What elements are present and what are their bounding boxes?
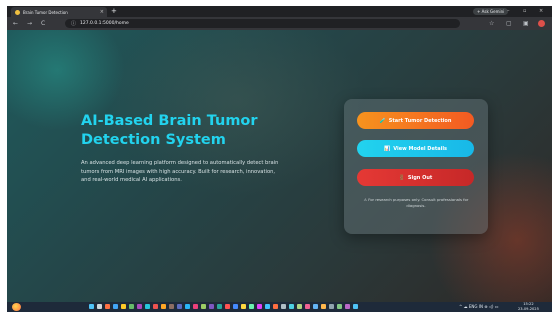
sign-out-label: Sign Out [407, 174, 433, 181]
taskbar-app-icon[interactable] [169, 304, 174, 309]
browser-toolbar: ← → C ⓘ 127.0.0.1:5000/home ☆ ▢ ▣ [7, 17, 552, 30]
taskbar-app-icon[interactable] [289, 304, 294, 309]
taskbar-app-icon[interactable] [209, 304, 214, 309]
taskbar-app-icon[interactable] [273, 304, 278, 309]
taskbar-app-icon[interactable] [193, 304, 198, 309]
file-explorer-icon[interactable] [121, 304, 126, 309]
view-model-details-button[interactable]: 📊 View Model Details [357, 140, 474, 157]
url-text: 127.0.0.1:5000/home [80, 21, 129, 26]
window-close-icon[interactable]: × [539, 7, 543, 16]
test-tube-icon: 🧪 [379, 117, 386, 124]
page-title: AI-Based Brain Tumor Detection System [81, 113, 258, 148]
start-menu-icon[interactable] [89, 304, 94, 309]
side-panel-icon[interactable]: ▣ [523, 19, 529, 28]
taskbar-app-icon[interactable] [225, 304, 230, 309]
taskbar-app-icon[interactable] [201, 304, 206, 309]
site-info-icon[interactable]: ⓘ [71, 20, 76, 27]
taskbar-clock[interactable]: 15:22 23-09-2025 [518, 302, 539, 311]
taskbar-app-icon[interactable] [233, 304, 238, 309]
bookmark-star-icon[interactable]: ☆ [489, 19, 494, 28]
screen: Brain Tumor Detection × + + Ask Gemini –… [7, 6, 552, 312]
taskbar-app-icon[interactable] [105, 304, 110, 309]
taskbar-app-icon[interactable] [257, 304, 262, 309]
browser-tab-bar: Brain Tumor Detection × + + Ask Gemini –… [7, 6, 552, 17]
extensions-icon[interactable]: ▢ [506, 19, 512, 28]
taskbar-app-icon[interactable] [329, 304, 334, 309]
taskbar-app-icon[interactable] [281, 304, 286, 309]
taskbar-app-icon[interactable] [137, 304, 142, 309]
back-icon[interactable]: ← [13, 19, 18, 28]
new-tab-button[interactable]: + [111, 7, 117, 16]
windows-taskbar: ^ ☁ ENG IN ⊕ ◁) ▭ 15:22 23-09-2025 [7, 302, 552, 312]
start-detection-button[interactable]: 🧪 Start Tumor Detection [357, 112, 474, 129]
system-tray[interactable]: ^ ☁ ENG IN ⊕ ◁) ▭ [459, 303, 499, 311]
browser-tab[interactable]: Brain Tumor Detection × [11, 7, 107, 17]
taskbar-app-icon[interactable] [345, 304, 350, 309]
maximize-icon[interactable]: ▫ [523, 7, 526, 16]
tab-close-icon[interactable]: × [100, 9, 104, 15]
taskbar-app-icon[interactable] [305, 304, 310, 309]
clock-date: 23-09-2025 [518, 306, 539, 311]
taskbar-app-icon[interactable] [353, 304, 358, 309]
sign-out-button[interactable]: 🚪 Sign Out [357, 169, 474, 186]
minimize-icon[interactable]: – [507, 7, 510, 16]
chrome-icon[interactable] [161, 304, 166, 309]
forward-icon[interactable]: → [27, 19, 32, 28]
widgets-icon[interactable] [12, 303, 21, 311]
chart-icon: 📊 [383, 145, 391, 152]
address-bar[interactable]: ⓘ 127.0.0.1:5000/home [65, 19, 460, 28]
taskbar-app-icon[interactable] [129, 304, 134, 309]
taskbar-app-icon[interactable] [217, 304, 222, 309]
view-model-details-label: View Model Details [393, 145, 448, 152]
taskbar-app-icon[interactable] [177, 304, 182, 309]
ask-gemini-button[interactable]: + Ask Gemini [473, 8, 509, 15]
taskbar-app-icon[interactable] [185, 304, 190, 309]
start-detection-label: Start Tumor Detection [388, 117, 452, 124]
taskbar-app-icon[interactable] [337, 304, 342, 309]
taskbar-app-icon[interactable] [265, 304, 270, 309]
taskbar-app-icon[interactable] [153, 304, 158, 309]
tab-favicon-icon [15, 9, 20, 15]
search-icon[interactable] [97, 304, 102, 309]
taskbar-app-icon[interactable] [113, 304, 118, 309]
reload-icon[interactable]: C [41, 19, 45, 28]
taskbar-app-icon[interactable] [313, 304, 318, 309]
profile-avatar[interactable] [538, 20, 545, 27]
taskbar-app-icon[interactable] [249, 304, 254, 309]
taskbar-app-icon[interactable] [145, 304, 150, 309]
tab-title: Brain Tumor Detection [23, 9, 68, 15]
taskbar-app-icon[interactable] [297, 304, 302, 309]
disclaimer-text: ⚠ For research purposes only. Consult pr… [363, 197, 469, 208]
taskbar-apps [89, 304, 358, 309]
page-description: An advanced deep learning platform desig… [81, 160, 279, 184]
taskbar-app-icon[interactable] [241, 304, 246, 309]
door-icon: 🚪 [398, 174, 405, 181]
action-card: 🧪 Start Tumor Detection 📊 View Model Det… [344, 99, 488, 234]
taskbar-app-icon[interactable] [321, 304, 326, 309]
